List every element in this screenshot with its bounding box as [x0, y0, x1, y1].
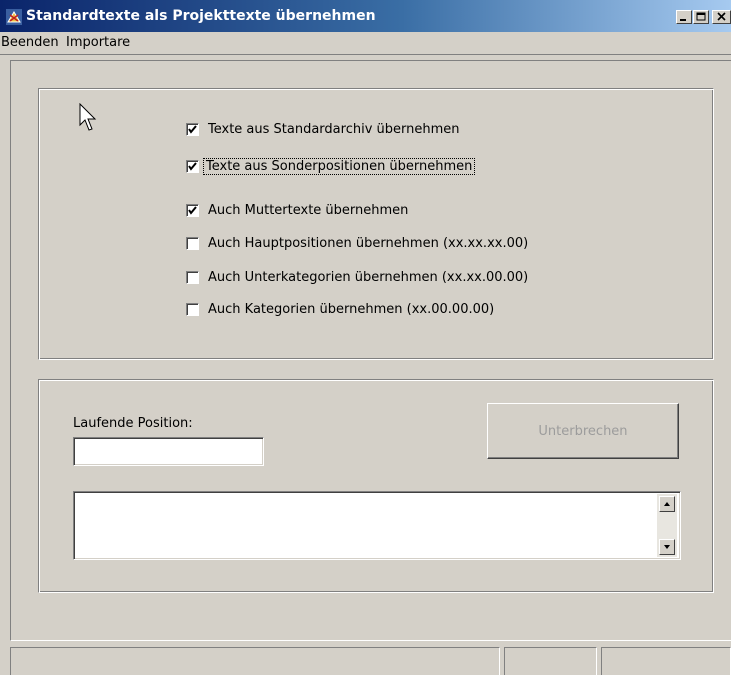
maximize-button[interactable]	[693, 10, 709, 24]
checkbox[interactable]	[186, 303, 199, 316]
option-label: Texte aus Sonderpositionen übernehmen	[202, 158, 476, 175]
option-sonderpositionen[interactable]: Texte aus Sonderpositionen übernehmen	[186, 158, 476, 177]
app-icon	[6, 9, 22, 25]
arrow-up-icon	[664, 502, 670, 506]
option-label: Auch Kategorien übernehmen (xx.00.00.00)	[208, 302, 495, 317]
checkbox[interactable]	[186, 271, 199, 284]
title-bar: Standardtexte als Projekttexte übernehme…	[0, 0, 731, 32]
scroll-down-button[interactable]	[659, 539, 675, 555]
window-title: Standardtexte als Projekttexte übernehme…	[26, 8, 376, 24]
unterbrechen-button[interactable]: Unterbrechen	[487, 403, 679, 459]
checkmark-icon	[188, 162, 197, 171]
checkbox[interactable]	[186, 123, 199, 136]
menu-importare[interactable]: Importare	[66, 35, 130, 51]
option-muttertexte[interactable]: Auch Muttertexte übernehmen	[186, 203, 408, 221]
checkmark-icon	[188, 206, 197, 215]
unterbrechen-label: Unterbrechen	[538, 423, 628, 439]
option-standardarchiv[interactable]: Texte aus Standardarchiv übernehmen	[186, 122, 460, 140]
scroll-up-button[interactable]	[659, 496, 675, 512]
arrow-down-icon	[664, 545, 670, 549]
status-panel-main	[10, 647, 500, 675]
option-label: Auch Unterkategorien übernehmen (xx.xx.0…	[208, 270, 529, 285]
position-field[interactable]	[73, 437, 264, 466]
option-label: Auch Hauptpositionen übernehmen (xx.xx.x…	[208, 236, 529, 251]
status-panel-3	[601, 647, 731, 675]
option-label: Auch Muttertexte übernehmen	[208, 203, 409, 218]
checkbox[interactable]	[186, 204, 199, 217]
minimize-button[interactable]	[676, 10, 692, 24]
menu-bar: Beenden Importare	[0, 32, 731, 55]
menu-beenden[interactable]: Beenden	[1, 35, 59, 51]
option-unterkategorien[interactable]: Auch Unterkategorien übernehmen (xx.xx.0…	[186, 270, 528, 288]
position-label: Laufende Position:	[73, 416, 193, 431]
option-kategorien[interactable]: Auch Kategorien übernehmen (xx.00.00.00)	[186, 302, 494, 320]
option-label: Texte aus Standardarchiv übernehmen	[208, 122, 460, 137]
close-button[interactable]	[712, 10, 731, 24]
maximize-icon	[696, 12, 706, 21]
minimize-icon	[680, 19, 686, 21]
checkmark-icon	[188, 125, 197, 134]
log-textarea[interactable]	[73, 491, 681, 560]
checkbox[interactable]	[186, 160, 199, 173]
checkbox[interactable]	[186, 237, 199, 250]
log-scrollbar[interactable]	[657, 494, 677, 557]
option-hauptpositionen[interactable]: Auch Hauptpositionen übernehmen (xx.xx.x…	[186, 236, 528, 254]
status-panel-2	[504, 647, 597, 675]
mouse-pointer-icon	[79, 103, 97, 131]
close-icon	[716, 12, 726, 21]
